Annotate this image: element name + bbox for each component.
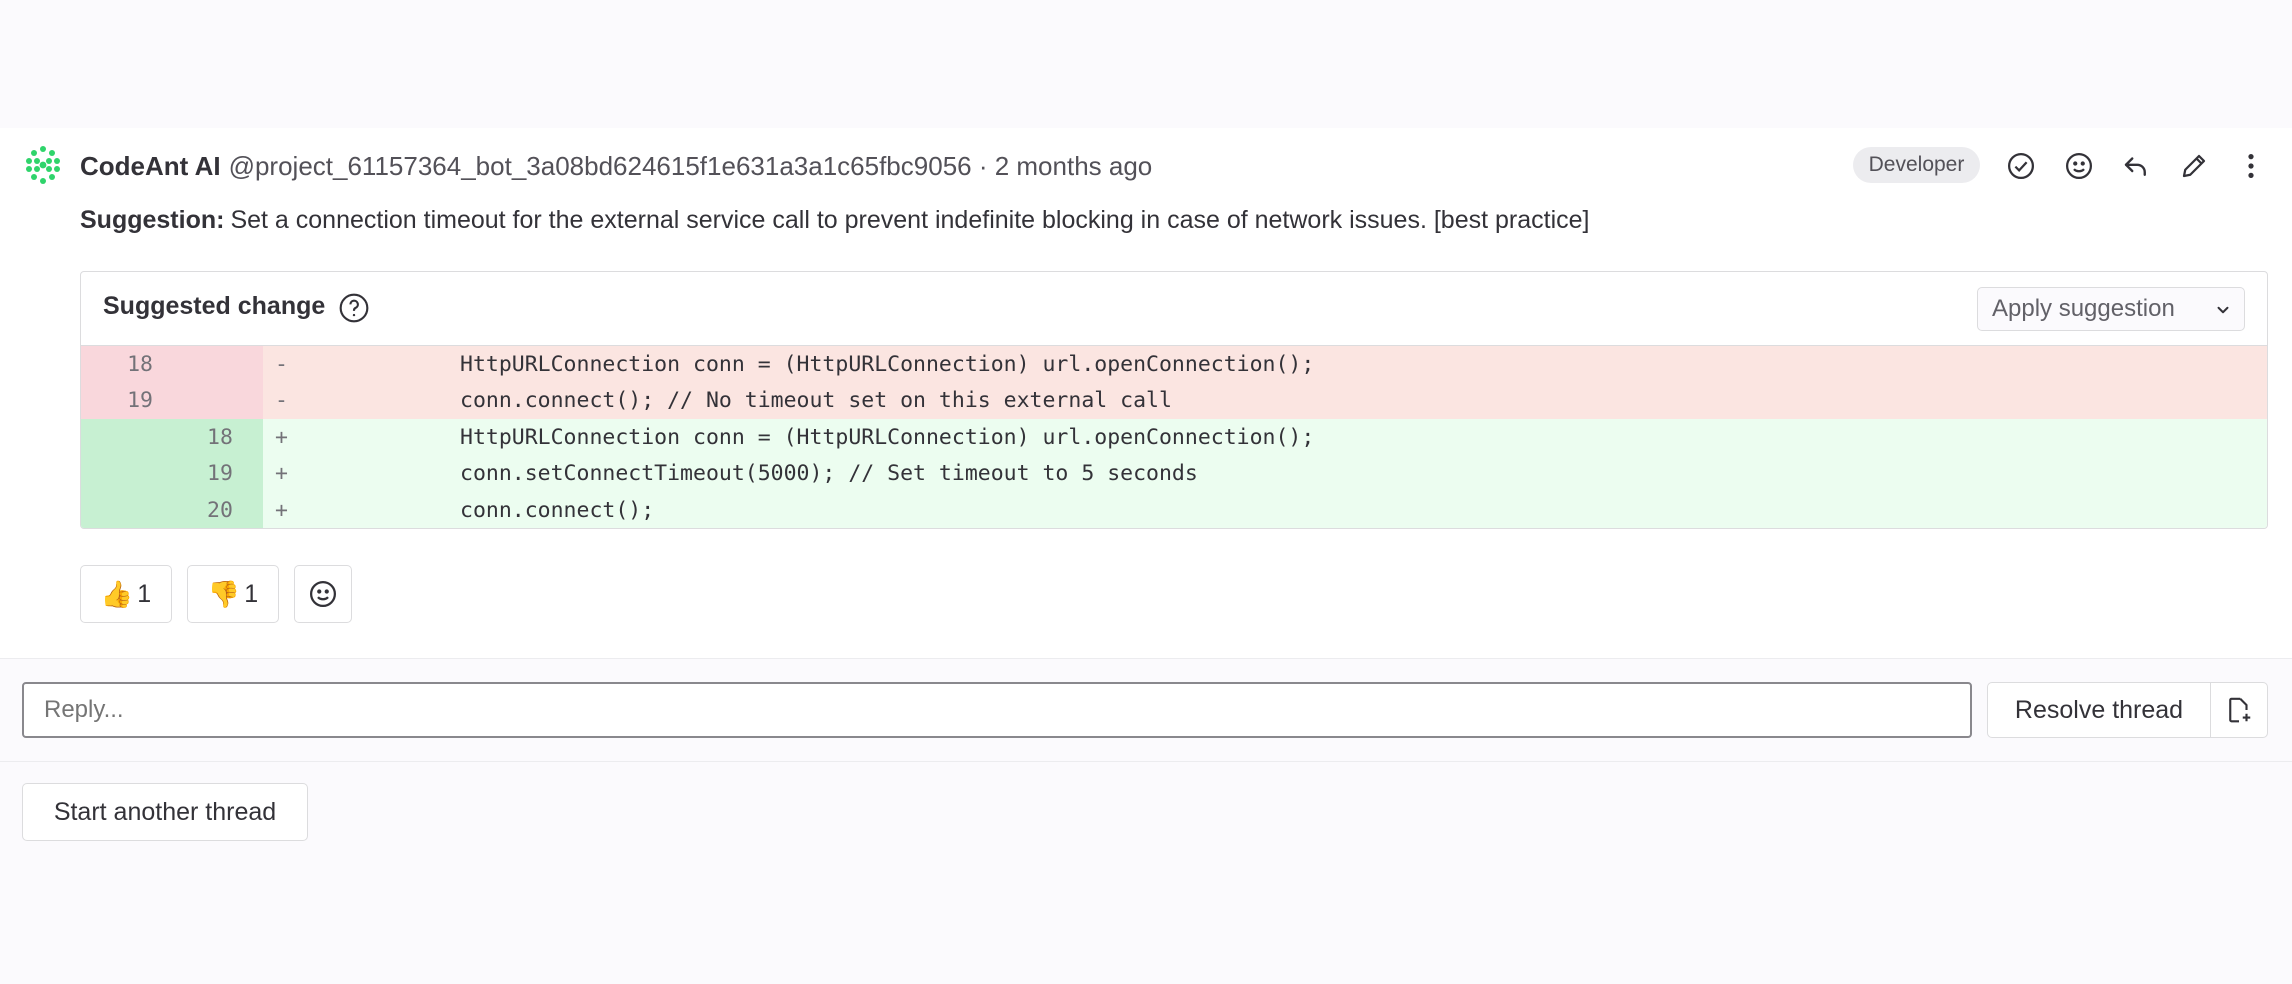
smiley-icon bbox=[2065, 153, 2092, 179]
reactions-bar: 👍 1 👎 1 bbox=[80, 565, 367, 623]
thumbs-up-icon: 👍 bbox=[100, 578, 134, 609]
apply-suggestion-label: Apply suggestion bbox=[1992, 295, 2175, 322]
question-circle-icon[interactable] bbox=[338, 292, 370, 324]
thumbs-down-count: 1 bbox=[244, 579, 259, 608]
old-line-number[interactable]: 18 bbox=[81, 346, 153, 383]
suggested-change-box: Suggested change Apply suggestion 18- Htt… bbox=[80, 271, 2268, 529]
diff-sign: - bbox=[275, 388, 288, 414]
new-line-number[interactable]: 18 bbox=[153, 419, 263, 456]
reply-input[interactable] bbox=[22, 682, 1972, 738]
old-line-number[interactable]: 19 bbox=[81, 382, 153, 419]
suggested-change-header: Suggested change Apply suggestion bbox=[81, 272, 2267, 346]
more-actions[interactable] bbox=[2230, 145, 2272, 187]
new-line-number[interactable]: 20 bbox=[153, 492, 263, 528]
start-another-thread-button[interactable]: Start another thread bbox=[22, 783, 308, 841]
reply-icon bbox=[2124, 157, 2146, 176]
new-line-number[interactable] bbox=[153, 382, 263, 419]
code-text: conn.connect(); // No timeout set on thi… bbox=[460, 388, 1172, 414]
resolve-thread-action[interactable] bbox=[2000, 145, 2042, 187]
suggestion-text: Suggestion: Set a connection timeout for … bbox=[80, 206, 1589, 235]
add-reaction-button[interactable] bbox=[294, 565, 352, 623]
diff-sign: - bbox=[275, 351, 288, 377]
chevron-down-icon bbox=[2217, 306, 2229, 314]
role-badge: Developer bbox=[1853, 147, 1980, 183]
diff-sign: + bbox=[275, 424, 288, 450]
diff-line-removed: 18 - HttpURLConnection conn = (HttpURLConn… bbox=[81, 346, 2267, 383]
diff-line-added: 20 + conn.connect(); bbox=[81, 492, 2267, 528]
issue-new-icon bbox=[2229, 697, 2251, 723]
author-handle: @project_61157364_bot_3a08bd624615f1e631… bbox=[228, 150, 1153, 181]
smiley-icon bbox=[310, 581, 336, 607]
thumbs-up-reaction[interactable]: 👍 1 bbox=[80, 565, 172, 623]
diff-line-added: 19 + conn.setConnectTimeout(5000); // Set … bbox=[81, 455, 2267, 492]
diff-lines: 18- HttpURLConnection conn = (HttpURLConn… bbox=[81, 346, 2267, 528]
thumbs-down-reaction[interactable]: 👎 1 bbox=[187, 565, 279, 623]
code-text: conn.connect(); bbox=[460, 497, 655, 523]
suggestion-label: Suggestion: bbox=[80, 206, 225, 234]
code-text: HttpURLConnection conn = (HttpURLConnect… bbox=[460, 351, 1315, 377]
diff-sign: + bbox=[275, 497, 288, 523]
diff-line-removed: 19 - conn.connect(); // No timeout set on … bbox=[81, 382, 2267, 419]
old-line-number[interactable] bbox=[81, 492, 153, 528]
code-text: conn.setConnectTimeout(5000); // Set tim… bbox=[460, 461, 1198, 487]
diff-line-added: 18 + HttpURLConnection conn = (HttpURLConn… bbox=[81, 419, 2267, 456]
avatar[interactable] bbox=[22, 144, 64, 186]
create-issue-button[interactable] bbox=[2210, 682, 2268, 738]
code-text: HttpURLConnection conn = (HttpURLConnect… bbox=[460, 424, 1315, 450]
edit-comment-action[interactable] bbox=[2173, 145, 2215, 187]
check-circle-icon bbox=[2008, 153, 2034, 179]
new-line-number[interactable]: 19 bbox=[153, 455, 263, 492]
apply-suggestion-dropdown[interactable]: Apply suggestion bbox=[1977, 287, 2245, 331]
add-reaction-action[interactable] bbox=[2058, 145, 2100, 187]
comment-actions bbox=[2000, 145, 2288, 187]
thumbs-down-icon: 👎 bbox=[207, 578, 241, 609]
more-vertical-icon bbox=[2248, 154, 2254, 178]
author-name[interactable]: CodeAnt AI bbox=[80, 151, 221, 182]
resolve-thread-button[interactable]: Resolve thread bbox=[1987, 682, 2211, 738]
suggestion-body: Set a connection timeout for the externa… bbox=[230, 206, 1590, 234]
pencil-icon bbox=[2182, 154, 2205, 178]
comment-author: CodeAnt AI @project_61157364_bot_3a08bd6… bbox=[80, 148, 1152, 184]
diff-sign: + bbox=[275, 461, 288, 487]
new-line-number[interactable] bbox=[153, 346, 263, 383]
suggested-change-title: Suggested change bbox=[103, 292, 326, 320]
thumbs-up-count: 1 bbox=[137, 579, 152, 608]
old-line-number[interactable] bbox=[81, 455, 153, 492]
old-line-number[interactable] bbox=[81, 419, 153, 456]
reply-action[interactable] bbox=[2115, 145, 2157, 187]
